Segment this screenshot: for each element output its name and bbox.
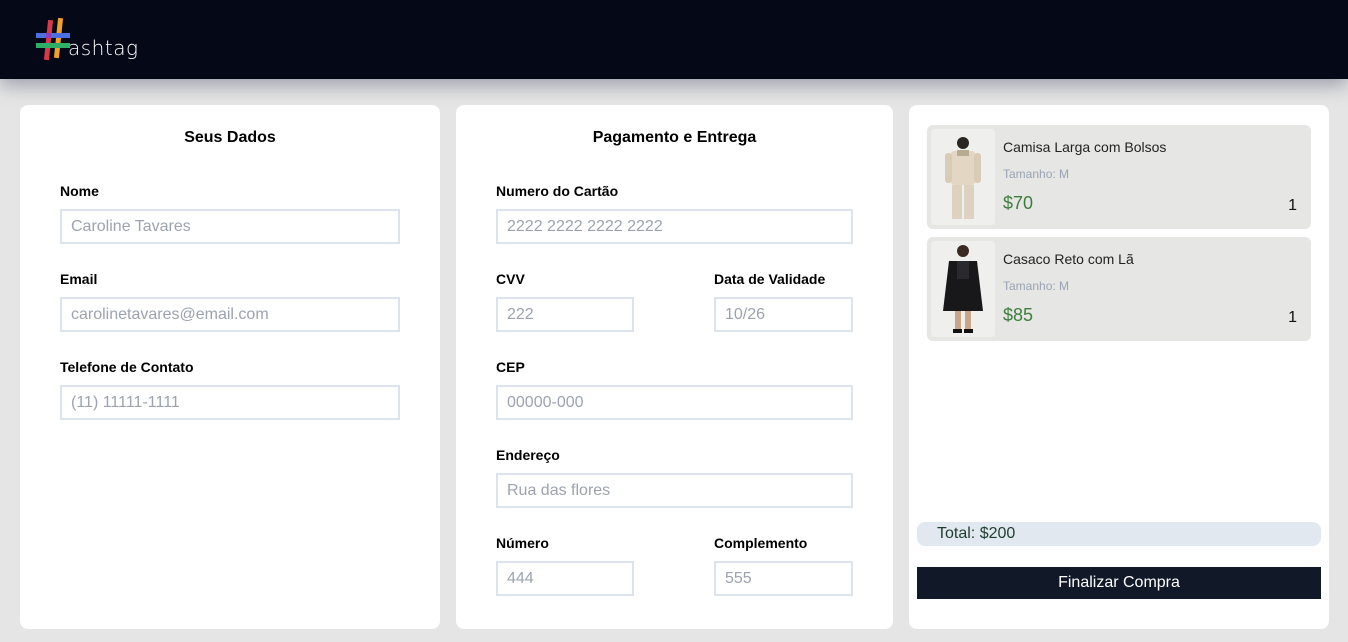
- item-size: Tamanho: M: [1003, 167, 1070, 181]
- cvv-input[interactable]: [496, 297, 634, 332]
- cart-total: Total: $200: [917, 522, 1321, 546]
- complemento-label: Complemento: [714, 535, 808, 551]
- pagamento-card: Pagamento e Entrega Numero do Cartão CVV…: [456, 105, 893, 629]
- cep-label: CEP: [496, 359, 525, 375]
- product-image: [931, 129, 995, 225]
- carrinho-card: Camisa Larga com Bolsos Tamanho: M $70 1…: [909, 105, 1329, 629]
- nome-input[interactable]: [60, 209, 400, 244]
- cart-item[interactable]: Camisa Larga com Bolsos Tamanho: M $70 1: [927, 125, 1311, 229]
- cartao-input[interactable]: [496, 209, 853, 244]
- validade-label: Data de Validade: [714, 271, 826, 287]
- item-price: $85: [1003, 305, 1034, 325]
- product-image: [931, 241, 995, 337]
- item-size: Tamanho: M: [1003, 279, 1070, 293]
- item-price: $70: [1003, 193, 1034, 213]
- cartao-label: Numero do Cartão: [496, 183, 619, 199]
- endereco-input[interactable]: [496, 473, 853, 508]
- hashtag-logo[interactable]: ashtag: [36, 16, 146, 64]
- numero-input[interactable]: [496, 561, 634, 596]
- telefone-input[interactable]: [60, 385, 400, 420]
- cep-input[interactable]: [496, 385, 853, 420]
- finalizar-compra-button[interactable]: Finalizar Compra: [917, 567, 1321, 599]
- pagamento-title: Pagamento e Entrega: [592, 129, 757, 146]
- item-quantity: 1: [1288, 197, 1297, 214]
- validade-input[interactable]: [714, 297, 853, 332]
- cart-item[interactable]: Casaco Reto com Lã Tamanho: M $85 1: [927, 237, 1311, 341]
- complemento-input[interactable]: [714, 561, 853, 596]
- nome-label: Nome: [60, 183, 99, 199]
- seus-dados-card: Seus Dados Nome Email Telefone de Contat…: [20, 105, 440, 629]
- email-label: Email: [60, 271, 98, 287]
- logo-text: ashtag: [68, 36, 139, 60]
- numero-label: Número: [496, 535, 549, 551]
- item-name: Camisa Larga com Bolsos: [1003, 139, 1167, 155]
- top-header: ashtag: [0, 0, 1348, 79]
- seus-dados-title: Seus Dados: [184, 129, 276, 146]
- item-quantity: 1: [1288, 309, 1297, 326]
- item-name: Casaco Reto com Lã: [1003, 251, 1134, 267]
- telefone-label: Telefone de Contato: [60, 359, 194, 375]
- email-input[interactable]: [60, 297, 400, 332]
- cvv-label: CVV: [496, 271, 525, 287]
- endereco-label: Endereço: [496, 447, 560, 463]
